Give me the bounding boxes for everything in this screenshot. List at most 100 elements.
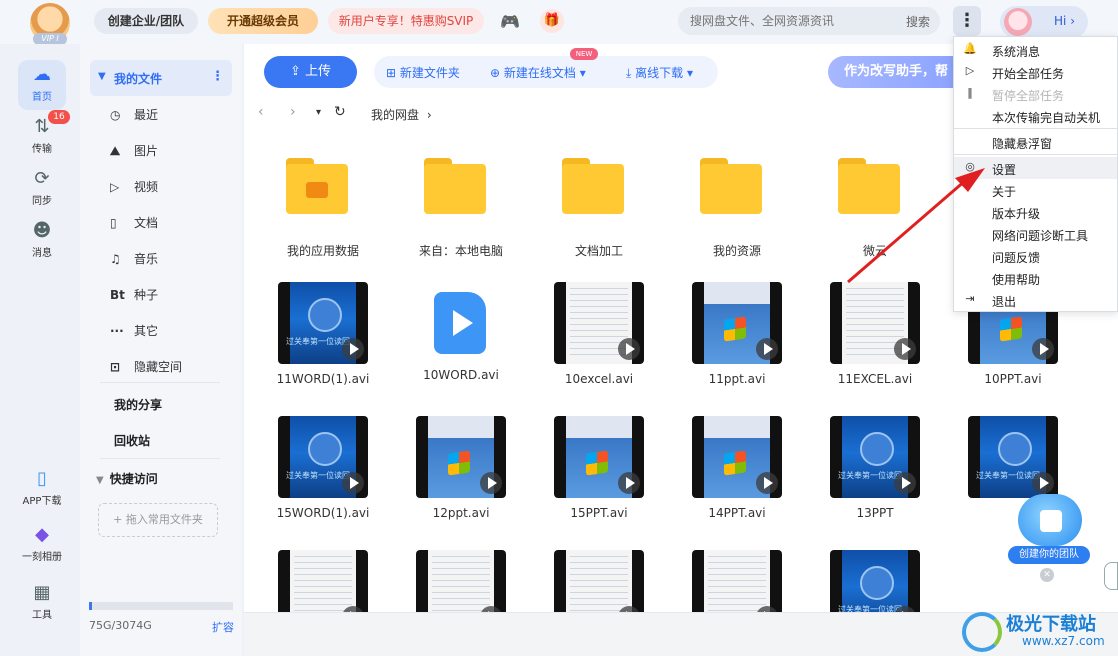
folder-plus-icon: ⊞ xyxy=(386,66,397,80)
file-tile[interactable]: 11ppt.avi xyxy=(678,278,796,406)
rail-item-album[interactable]: ◆ 一刻相册 xyxy=(18,520,66,570)
folder-tile[interactable]: 文档加工 xyxy=(540,144,658,272)
play-icon[interactable] xyxy=(480,472,502,494)
menu-item[interactable]: 关于 xyxy=(954,179,1117,201)
user-greeting[interactable]: Hi › xyxy=(1000,6,1088,38)
folder-tile[interactable]: 我的资源 xyxy=(678,144,796,272)
more-menu-button[interactable]: ⋮ xyxy=(953,6,981,36)
gamepad-icon[interactable]: 🎮 xyxy=(500,12,520,31)
my-files-label: 我的文件 xyxy=(114,72,163,86)
storage-progress-bar xyxy=(89,602,233,610)
tools-icon: ▦ xyxy=(33,582,51,603)
sidebar-item-my-share[interactable]: 我的分享 xyxy=(114,396,162,413)
album-icon: ◆ xyxy=(35,524,49,545)
menu-item[interactable]: 网络问题诊断工具 xyxy=(954,223,1117,245)
folder-tile[interactable]: 我的应用数据 xyxy=(264,144,382,272)
back-icon[interactable]: ‹ xyxy=(258,104,264,120)
menu-item-label: 系统消息 xyxy=(992,45,1041,59)
rail-item-home[interactable]: ☁ 首页 xyxy=(18,60,66,110)
expand-storage-link[interactable]: 扩容 xyxy=(212,619,234,635)
menu-item[interactable]: 隐藏悬浮窗 xyxy=(954,131,1117,153)
play-icon[interactable] xyxy=(756,338,778,360)
close-icon[interactable]: ✕ xyxy=(1040,568,1054,582)
quick-access-drop-zone[interactable]: + 拖入常用文件夹 xyxy=(98,503,218,537)
menu-item[interactable]: 🔔 系统消息 xyxy=(954,39,1117,61)
file-name: 14PPT.avi xyxy=(708,506,766,520)
storage-usage-text: 75G/3074G xyxy=(89,619,152,632)
side-handle[interactable] xyxy=(1104,562,1118,590)
refresh-icon[interactable]: ↻ xyxy=(334,104,346,120)
gift-icon[interactable]: 🎁 xyxy=(540,9,564,33)
forward-icon[interactable]: › xyxy=(290,104,296,120)
sidebar-item-videos[interactable]: ▷ 视频 xyxy=(110,178,158,202)
file-tile[interactable]: 15WORD(1).avi xyxy=(264,412,382,540)
play-icon[interactable] xyxy=(618,472,640,494)
rail-item-sync[interactable]: ⟳ 同步 xyxy=(18,164,66,214)
history-dropdown-icon[interactable]: ▾ xyxy=(316,107,321,118)
menu-item[interactable]: ⇥ 退出 xyxy=(954,289,1117,311)
sidebar-item-torrent[interactable]: Bt 种子 xyxy=(110,286,158,310)
file-tile[interactable]: 12ppt.avi xyxy=(402,412,520,540)
menu-item[interactable]: ▷ 开始全部任务 xyxy=(954,61,1117,83)
create-team-button[interactable]: 创建企业/团队 xyxy=(94,8,198,34)
file-tile[interactable]: 10WORD.avi xyxy=(402,278,520,406)
sidebar-item-recent[interactable]: ◷ 最近 xyxy=(110,106,158,130)
quick-access-header[interactable]: ▼ 快捷访问 xyxy=(96,470,158,487)
file-tile[interactable]: 14PPT.avi xyxy=(678,412,796,540)
file-tile[interactable]: 15PPT.avi xyxy=(540,412,658,540)
svip-promo-button[interactable]: 新用户专享！特惠购SVIP xyxy=(328,8,484,34)
menu-item[interactable]: 版本升级 xyxy=(954,201,1117,223)
file-name: 11EXCEL.avi xyxy=(837,372,913,386)
ellipsis-icon: ··· xyxy=(110,324,124,338)
search-button[interactable]: 搜索 xyxy=(906,13,930,30)
breadcrumb-separator: › xyxy=(426,108,432,122)
play-icon[interactable] xyxy=(342,472,364,494)
play-icon[interactable] xyxy=(756,472,778,494)
sidebar-item-music[interactable]: ♫ 音乐 xyxy=(110,250,158,274)
file-tile[interactable]: 13PPT xyxy=(816,412,934,540)
play-icon[interactable] xyxy=(1032,338,1054,360)
search-input[interactable] xyxy=(690,12,890,30)
folder-tile[interactable]: 微云 xyxy=(816,144,934,272)
play-icon[interactable] xyxy=(618,338,640,360)
sidebar-item-images[interactable]: ⛰ 图片 xyxy=(110,142,158,166)
play-icon[interactable] xyxy=(894,338,916,360)
new-folder-button[interactable]: ⊞ 新建文件夹 xyxy=(386,64,460,81)
assistant-promo-button[interactable]: 作为改写助手，帮 xyxy=(828,56,968,88)
file-tile[interactable]: 11WORD(1).avi xyxy=(264,278,382,406)
rail-item-tools[interactable]: ▦ 工具 xyxy=(18,578,66,628)
file-tile[interactable]: 10excel.avi xyxy=(540,278,658,406)
play-icon[interactable] xyxy=(894,472,916,494)
offline-download-label: 离线下载 xyxy=(635,66,684,80)
rail-item-app-download[interactable]: ▯ APP下载 xyxy=(18,464,66,514)
sidebar-item-label: 最近 xyxy=(134,108,159,122)
sidebar-item-other[interactable]: ··· 其它 xyxy=(110,322,158,346)
play-icon[interactable] xyxy=(342,338,364,360)
menu-item[interactable]: ◎ 设置 xyxy=(954,157,1117,179)
offline-download-button[interactable]: ⤓ 离线下载 ▾ xyxy=(626,64,693,81)
file-name: 我的应用数据 xyxy=(286,244,359,258)
cloud-home-icon: ☁ xyxy=(33,64,51,85)
create-team-widget[interactable]: 创建你的团队 ✕ xyxy=(1008,494,1090,582)
file-tile[interactable]: 11EXCEL.avi xyxy=(816,278,934,406)
upload-button[interactable]: ⇪ 上传 xyxy=(264,56,357,88)
rail-item-transfer[interactable]: ⇅ 传输 16 xyxy=(18,110,70,162)
rail-item-message[interactable]: ☻ 消息 xyxy=(18,216,66,266)
menu-item[interactable]: 问题反馈 xyxy=(954,245,1117,267)
open-vip-button[interactable]: 开通超级会员 xyxy=(208,8,318,34)
pause-icon: ‖ xyxy=(967,86,973,99)
video-thumbnail xyxy=(692,416,782,498)
sidebar-item-hidden-space[interactable]: ⊡ 隐藏空间 xyxy=(110,358,182,382)
menu-item[interactable]: 使用帮助 xyxy=(954,267,1117,289)
file-name: 文档加工 xyxy=(574,244,623,258)
play-icon[interactable] xyxy=(1032,472,1054,494)
new-online-doc-button[interactable]: ⊕ 新建在线文档 ▾ xyxy=(490,64,586,81)
more-icon[interactable]: ⋮ xyxy=(211,69,224,84)
user-avatar[interactable]: VIP I xyxy=(30,3,70,45)
sidebar-item-recycle[interactable]: 回收站 xyxy=(114,432,150,449)
folder-tile[interactable]: 来自：本地电脑 xyxy=(402,144,520,272)
sidebar-item-docs[interactable]: ▯ 文档 xyxy=(110,214,158,238)
breadcrumb-root[interactable]: 我的网盘 xyxy=(371,108,419,122)
my-files-header[interactable]: ▼ 我的文件 ⋮ xyxy=(90,60,232,96)
menu-item[interactable]: 本次传输完自动关机 xyxy=(954,105,1117,127)
